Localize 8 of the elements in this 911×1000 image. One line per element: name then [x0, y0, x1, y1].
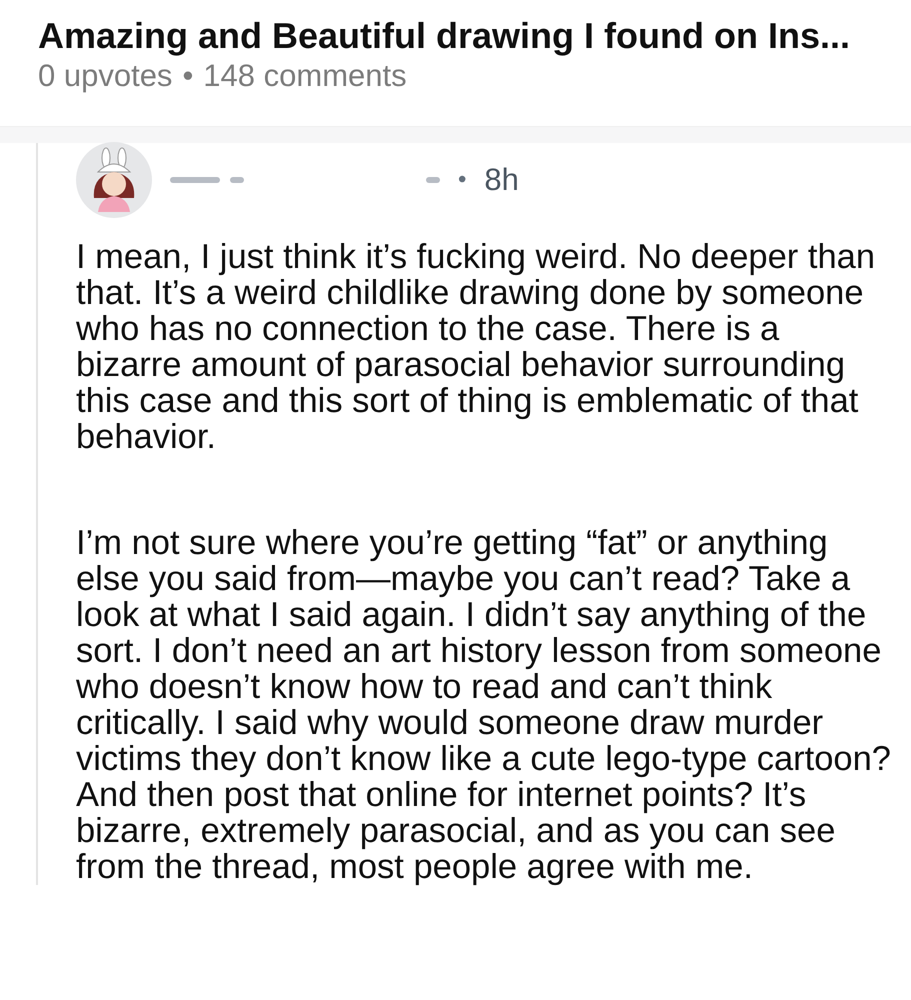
comment-text: I mean, I just think it’s fucking weird. No deeper than that. It’s a weird childlike drawing done by someone who has no connection to the case. There is a bizarre amount of parasocial behavior surrounding this case and this sort of thing is emblematic of that behavior. [76, 239, 876, 455]
separator-dot: • [458, 166, 466, 194]
comment-count: 148 comments [203, 58, 407, 94]
separator-dot: • [182, 58, 194, 94]
comment-age: 8h [484, 162, 519, 198]
post-title: Amazing and Beautiful drawing I found on Ins... [38, 14, 851, 58]
upvote-count: 0 upvotes [38, 58, 172, 94]
comment-text: I’m not sure where you’re getting “fat” or anything else you said from—maybe you can’t read? Take a look at what I said again. I didn’t say anything of the sort. I don’t need an art history lesson from someone who doesn’t know how to read and can’t think critically. I said why would someone draw murder victims they don’t know like a cute lego-type cartoon? And then post that online for internet points? It’s bizarre, extremely parasocial, and as you can see from the thread, most people agree with me. [76, 525, 891, 885]
